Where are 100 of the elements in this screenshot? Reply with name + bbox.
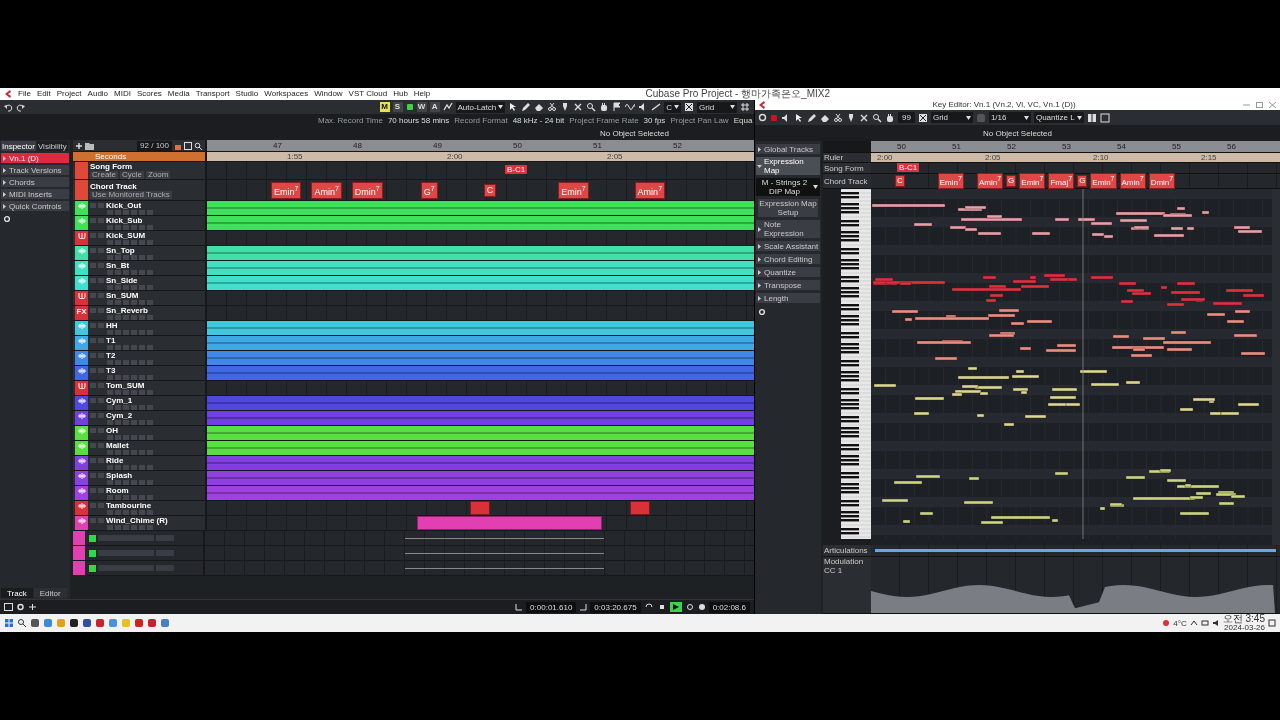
panel-icon[interactable] — [1099, 112, 1110, 123]
chevron-up-icon[interactable] — [1189, 619, 1198, 627]
menu-item[interactable]: Edit — [36, 89, 51, 99]
chevron-logo-icon[interactable] — [4, 90, 12, 98]
collapse-triangle-icon[interactable] — [757, 146, 762, 152]
chord-option-button[interactable]: Use Monitored Tracks — [90, 190, 172, 199]
automation-toggle[interactable] — [89, 534, 96, 542]
inspector-section[interactable]: Chords — [1, 177, 69, 187]
length-dropdown[interactable]: Quantize L — [1033, 112, 1084, 123]
menu-item[interactable]: Help — [413, 89, 431, 99]
volume-icon[interactable] — [1211, 619, 1220, 627]
zone-tab[interactable]: Editor — [33, 588, 67, 598]
metronome-icon[interactable] — [697, 603, 706, 611]
solo-toggle[interactable] — [98, 458, 104, 463]
audio-event[interactable] — [207, 351, 754, 365]
state-toggle-button[interactable]: S — [392, 102, 403, 112]
bar-ruler[interactable]: 50 51 52 53 54 55 56 — [871, 141, 1280, 152]
chord-event[interactable]: Amin$^{7}$ — [1119, 173, 1146, 189]
audio-event[interactable] — [207, 411, 754, 425]
menu-item[interactable]: Scores — [136, 89, 162, 99]
audio-event[interactable] — [207, 471, 754, 485]
automation-mode-dropdown[interactable]: Auto-Latch — [455, 101, 506, 113]
caret-icon[interactable] — [498, 105, 504, 109]
chord-event[interactable]: G$^{7}$ — [420, 181, 438, 199]
chord-event[interactable]: Dmin$^{7}$ — [351, 181, 383, 199]
piano-keyboard-drawing[interactable] — [841, 189, 871, 539]
play-button[interactable] — [669, 602, 682, 612]
mute-toggle[interactable] — [90, 308, 96, 313]
mute-toggle[interactable] — [90, 398, 96, 403]
pencil-icon[interactable] — [521, 102, 532, 112]
solo-toggle[interactable] — [98, 248, 104, 253]
mute-toggle[interactable] — [90, 278, 96, 283]
solo-toggle[interactable] — [98, 338, 104, 343]
mute-toggle[interactable] — [90, 443, 96, 448]
search-icon[interactable] — [586, 102, 597, 112]
solo-toggle[interactable] — [98, 293, 104, 298]
automation-toggle[interactable] — [89, 549, 96, 557]
menu-item[interactable]: Workspaces — [264, 89, 309, 99]
editor-section[interactable]: Global Tracks — [756, 144, 820, 154]
editor-section[interactable]: Transpose — [756, 280, 820, 290]
solo-toggle[interactable] — [98, 218, 104, 223]
chord-event[interactable]: G — [1077, 175, 1088, 187]
menu-item[interactable]: MIDI — [114, 89, 131, 99]
mute-toggle[interactable] — [90, 473, 96, 478]
solo-toggle[interactable] — [98, 203, 104, 208]
chevron-logo-icon[interactable] — [758, 101, 766, 109]
editor-section[interactable]: Length — [756, 293, 820, 303]
solo-toggle[interactable] — [98, 383, 104, 388]
time-ruler[interactable]: 1:55 2:00 2:05 — [207, 152, 754, 161]
menu-item[interactable]: Window — [314, 89, 343, 99]
menu-item[interactable]: File — [18, 89, 31, 99]
caret-icon[interactable] — [730, 105, 735, 109]
maximize-icon[interactable] — [1255, 101, 1264, 109]
menu-item[interactable]: Project — [56, 89, 82, 99]
audio-event[interactable] — [207, 396, 754, 410]
solo-toggle[interactable] — [98, 413, 104, 418]
chord-event[interactable]: Emin$^{7}$ — [271, 181, 302, 199]
audio-event[interactable] — [207, 321, 754, 335]
hand-icon[interactable] — [599, 102, 610, 112]
scissors-icon[interactable] — [833, 112, 843, 123]
audio-event[interactable] — [207, 426, 754, 440]
state-toggle-button[interactable]: W — [416, 102, 427, 112]
state-toggle-button[interactable]: M — [379, 102, 390, 112]
gear-icon[interactable] — [16, 603, 25, 611]
chord-event[interactable]: C — [483, 183, 497, 197]
state-toggle-button[interactable]: A — [429, 102, 440, 112]
snap-icon[interactable] — [917, 112, 928, 123]
audio-event[interactable] — [207, 336, 754, 350]
layout-icon[interactable] — [4, 603, 13, 611]
chord-event[interactable]: Emin$^{7}$ — [1090, 173, 1117, 189]
snap-dropdown[interactable]: Grid — [697, 101, 737, 113]
editor-section[interactable]: Chord Editing — [756, 254, 820, 264]
solo-toggle[interactable] — [98, 473, 104, 478]
menu-item[interactable]: Studio — [235, 89, 259, 99]
settings-icon[interactable] — [758, 113, 767, 122]
menu-item[interactable]: VST Cloud — [348, 89, 388, 99]
solo-toggle[interactable] — [98, 398, 104, 403]
audio-event[interactable] — [207, 366, 754, 380]
chord-event[interactable]: Amin$^{7}$ — [976, 173, 1004, 189]
solo-toggle[interactable] — [98, 503, 104, 508]
weather-icon[interactable] — [1162, 619, 1171, 627]
caret-icon[interactable] — [1023, 115, 1029, 120]
scissors-icon[interactable] — [547, 102, 558, 112]
articulation-bar[interactable] — [875, 549, 1276, 552]
editor-section[interactable]: Note Expression — [756, 220, 820, 238]
record-toggle-icon[interactable] — [770, 113, 778, 122]
search-icon[interactable] — [17, 618, 27, 628]
chord-event[interactable]: Emin$^{7}$ — [1019, 173, 1046, 189]
wave-icon[interactable] — [625, 102, 636, 112]
mute-toggle[interactable] — [90, 293, 96, 298]
menu-item[interactable]: Hub — [393, 89, 408, 99]
snap-dropdown[interactable]: Grid — [930, 112, 973, 123]
mute-toggle[interactable] — [90, 458, 96, 463]
mute-toggle[interactable] — [90, 353, 96, 358]
scrollbar[interactable] — [1272, 189, 1280, 545]
left-locator-field[interactable]: 0:00:01.610 — [526, 601, 577, 613]
eraser-icon[interactable] — [534, 102, 545, 112]
mute-toggle[interactable] — [90, 503, 96, 508]
song-form-marker[interactable]: B-C1 — [897, 163, 920, 172]
chord-event[interactable]: Amin$^{7}$ — [311, 181, 342, 199]
